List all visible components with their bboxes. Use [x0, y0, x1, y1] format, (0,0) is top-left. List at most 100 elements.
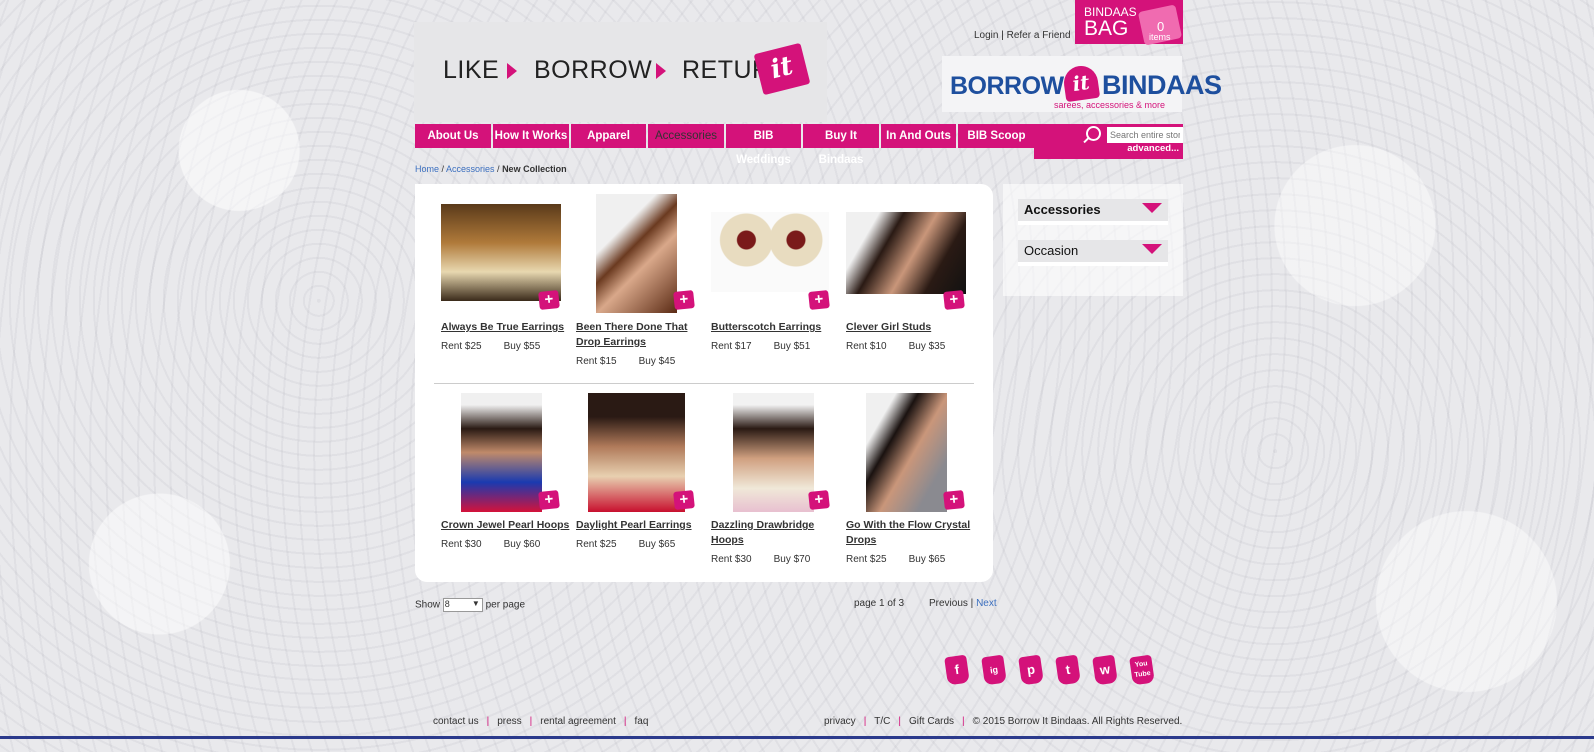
footer-privacy[interactable]: privacy — [824, 716, 856, 727]
product-price: Rent $15 Buy $45 — [576, 356, 675, 367]
buy-price: Buy $55 — [503, 341, 541, 352]
product-name[interactable]: Clever Girl Studs — [846, 320, 976, 335]
brand-it-tag: it — [1061, 63, 1101, 103]
add-to-bag-icon[interactable]: + — [538, 290, 560, 310]
product-image[interactable] — [441, 204, 561, 301]
breadcrumb-accessories[interactable]: Accessories — [446, 164, 495, 174]
buy-price: Buy $60 — [503, 539, 541, 550]
nav-accessories[interactable]: Accessories — [648, 124, 724, 148]
filter-label: Occasion — [1024, 243, 1079, 258]
add-to-bag-icon[interactable]: + — [673, 290, 695, 310]
nav-bib-weddings[interactable]: BIB Weddings — [726, 124, 801, 166]
twitter-icon[interactable]: t — [1055, 654, 1081, 686]
rent-price: Rent $25 — [846, 554, 887, 565]
search-area: advanced... — [1034, 124, 1183, 159]
bag-label-line2: BAG — [1084, 17, 1129, 40]
product-name[interactable]: Been There Done That Drop Earrings — [576, 320, 706, 350]
product-image[interactable] — [733, 393, 814, 512]
add-to-bag-icon[interactable]: + — [943, 490, 965, 510]
add-to-bag-icon[interactable]: + — [943, 290, 965, 310]
pinterest-icon[interactable]: p — [1018, 654, 1044, 686]
separator: | — [898, 716, 902, 727]
chevron-down-icon: ▼ — [471, 599, 480, 608]
nav-in-and-outs[interactable]: In And Outs — [881, 124, 956, 148]
tagline-like: LIKE — [443, 56, 500, 84]
buy-price: Buy $35 — [908, 341, 946, 352]
footer-links-left: contact us | press | rental agreement | faq — [433, 716, 648, 727]
buy-price: Buy $51 — [773, 341, 811, 352]
next-link[interactable]: Next — [976, 598, 997, 609]
product-price: Rent $25 Buy $65 — [846, 554, 945, 565]
filter-occasion[interactable]: Occasion — [1018, 240, 1168, 266]
per-page-label: per page — [485, 599, 526, 611]
wordpress-icon[interactable]: w — [1092, 654, 1118, 686]
footer-rental-agreement[interactable]: rental agreement — [540, 716, 616, 727]
product-price: Rent $25 Buy $65 — [576, 539, 675, 550]
tagline-banner: LIKE BORROW RETURN it — [414, 22, 827, 122]
login-link[interactable]: Login — [974, 30, 998, 41]
bindaas-bag-button[interactable]: BINDAAS BAG 0 items — [1075, 0, 1183, 46]
footer-contact-us[interactable]: contact us — [433, 716, 479, 727]
rent-price: Rent $30 — [711, 554, 752, 565]
nav-about-us[interactable]: About Us — [415, 124, 491, 148]
product-image[interactable] — [711, 212, 829, 292]
footer-gift-cards[interactable]: Gift Cards — [909, 716, 954, 727]
footer-press[interactable]: press — [497, 716, 521, 727]
advanced-search-link[interactable]: advanced... — [1127, 143, 1179, 154]
buy-price: Buy $65 — [908, 554, 946, 565]
product-name[interactable]: Crown Jewel Pearl Hoops — [441, 518, 571, 533]
rent-price: Rent $25 — [441, 341, 482, 352]
buy-price: Buy $65 — [638, 539, 676, 550]
product-image[interactable] — [588, 393, 685, 512]
page-info: page 1 of 3 — [854, 598, 905, 609]
nav-how-it-works[interactable]: How It Works — [493, 124, 569, 148]
search-input[interactable] — [1107, 127, 1183, 143]
nav-apparel[interactable]: Apparel — [571, 124, 646, 148]
add-to-bag-icon[interactable]: + — [538, 490, 560, 510]
instagram-icon[interactable]: ig — [981, 654, 1007, 686]
rent-price: Rent $30 — [441, 539, 482, 550]
search-icon[interactable] — [1086, 126, 1101, 141]
breadcrumb-current: New Collection — [502, 164, 567, 174]
separator: | — [486, 716, 490, 727]
per-page-select[interactable]: 8 ▼ — [442, 598, 483, 612]
rent-price: Rent $25 — [576, 539, 617, 550]
filter-accessories[interactable]: Accessories — [1018, 199, 1168, 225]
chevron-down-icon — [1142, 203, 1162, 213]
per-page-control: Show 8 ▼ per page — [415, 598, 525, 612]
product-image[interactable] — [846, 212, 966, 294]
chevron-down-icon — [1142, 244, 1162, 254]
nav-bib-scoop[interactable]: BIB Scoop — [958, 124, 1035, 148]
add-to-bag-icon[interactable]: + — [808, 290, 830, 310]
brand-logo[interactable]: BORROW it BINDAAS sarees, accessories & … — [942, 56, 1222, 112]
add-to-bag-icon[interactable]: + — [673, 490, 695, 510]
product-name[interactable]: Always Be True Earrings — [441, 320, 571, 335]
separator: | — [529, 716, 533, 727]
filter-label: Accessories — [1024, 202, 1101, 217]
product-name[interactable]: Dazzling Drawbridge Hoops — [711, 518, 841, 548]
footer-copyright: © 2015 Borrow It Bindaas. All Rights Res… — [972, 716, 1183, 727]
product-price: Rent $30 Buy $70 — [711, 554, 810, 565]
buy-price: Buy $70 — [773, 554, 811, 565]
add-to-bag-icon[interactable]: + — [808, 490, 830, 510]
product-price: Rent $25 Buy $55 — [441, 341, 540, 352]
refer-friend-link[interactable]: Refer a Friend — [1007, 30, 1071, 41]
product-name[interactable]: Butterscotch Earrings — [711, 320, 841, 335]
buy-price: Buy $45 — [638, 356, 676, 367]
separator: | — [962, 716, 965, 727]
product-grid: + Always Be True Earrings Rent $25 Buy $5… — [415, 184, 993, 582]
footer-faq[interactable]: faq — [634, 716, 648, 727]
product-image[interactable] — [866, 393, 947, 512]
product-image[interactable] — [596, 194, 677, 313]
separator: | — [623, 716, 627, 727]
nav-buy-it-bindaas[interactable]: Buy It Bindaas — [803, 124, 879, 166]
youtube-icon[interactable]: You Tube — [1129, 654, 1155, 686]
product-name[interactable]: Daylight Pearl Earrings — [576, 518, 706, 533]
product-name[interactable]: Go With the Flow Crystal Drops — [846, 518, 976, 548]
footer-tc[interactable]: T/C — [874, 716, 890, 727]
facebook-icon[interactable]: f — [944, 654, 970, 686]
product-image[interactable] — [461, 393, 542, 512]
breadcrumb-home[interactable]: Home — [415, 164, 439, 174]
brand-subtitle: sarees, accessories & more — [1054, 100, 1166, 110]
bottom-bar — [0, 736, 1594, 739]
